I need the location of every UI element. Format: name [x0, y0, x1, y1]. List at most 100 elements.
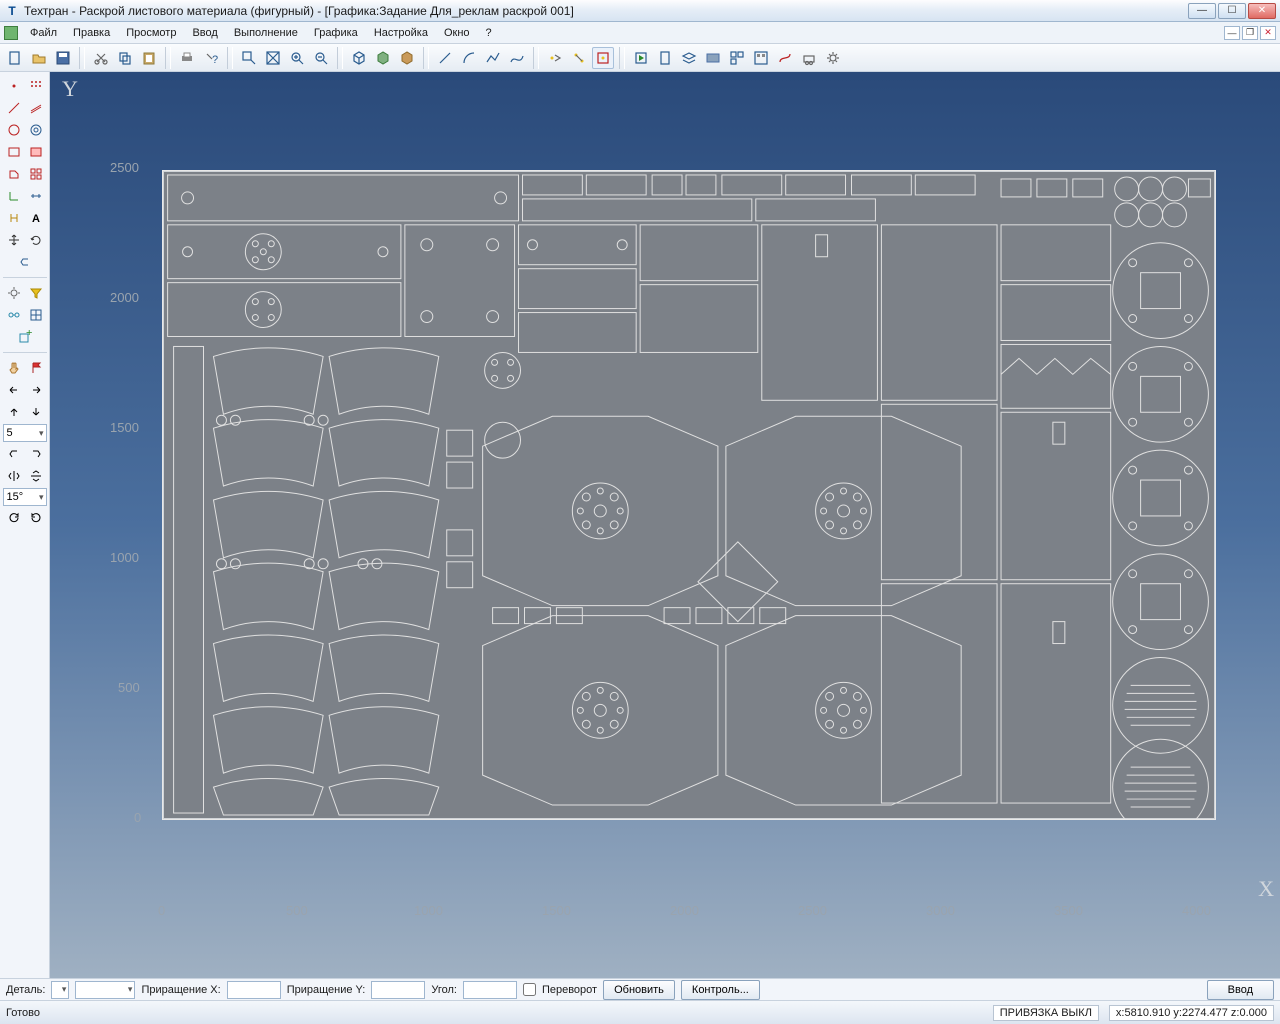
- link-tool[interactable]: [4, 305, 24, 325]
- enter-button[interactable]: Ввод: [1207, 980, 1274, 1000]
- menu-help[interactable]: ?: [478, 24, 500, 42]
- help-tool-button[interactable]: ?: [200, 47, 222, 69]
- machine-button[interactable]: [798, 47, 820, 69]
- menu-window[interactable]: Окно: [436, 24, 478, 42]
- measure-tool[interactable]: [26, 186, 46, 206]
- snap-2[interactable]: [568, 47, 590, 69]
- y-tick: 1000: [110, 550, 139, 565]
- coord-tool[interactable]: [4, 186, 24, 206]
- x-tick: 4000: [1182, 903, 1211, 918]
- dimension-tool[interactable]: [4, 208, 24, 228]
- nest-button[interactable]: [750, 47, 772, 69]
- menu-graphics[interactable]: Графика: [306, 24, 366, 42]
- app-icon: Т: [4, 3, 20, 19]
- view-iso-button[interactable]: [372, 47, 394, 69]
- close-button[interactable]: ✕: [1248, 3, 1276, 19]
- angle-input[interactable]: [463, 981, 517, 999]
- grid-tool[interactable]: [26, 76, 46, 96]
- step-combo[interactable]: 5: [3, 424, 47, 442]
- window-title: Техтран - Раскрой листового материала (ф…: [24, 4, 1188, 18]
- left-arrow[interactable]: [4, 380, 24, 400]
- spline-tool[interactable]: [506, 47, 528, 69]
- material-button[interactable]: [702, 47, 724, 69]
- point-tool[interactable]: [4, 76, 24, 96]
- down-arrow[interactable]: [26, 402, 46, 422]
- arc-tool[interactable]: [458, 47, 480, 69]
- snap-1[interactable]: [544, 47, 566, 69]
- rot-right[interactable]: [26, 444, 46, 464]
- snap-3-active[interactable]: [592, 47, 614, 69]
- open-button[interactable]: [28, 47, 50, 69]
- copy-button[interactable]: [114, 47, 136, 69]
- doc-minimize[interactable]: —: [1224, 26, 1240, 40]
- doc-button[interactable]: [654, 47, 676, 69]
- zoom-in-button[interactable]: [286, 47, 308, 69]
- hand-tool[interactable]: [4, 358, 24, 378]
- undo-tool[interactable]: [15, 252, 35, 272]
- detail-icon-combo[interactable]: [51, 981, 69, 999]
- detail-combo[interactable]: [75, 981, 135, 999]
- polyline-tool[interactable]: [482, 47, 504, 69]
- line-tool[interactable]: [434, 47, 456, 69]
- menu-file[interactable]: Файл: [22, 24, 65, 42]
- right-arrow[interactable]: [26, 380, 46, 400]
- flip-v[interactable]: [26, 466, 46, 486]
- flag-tool[interactable]: [26, 358, 46, 378]
- text-tool[interactable]: A: [26, 208, 46, 228]
- new-button[interactable]: [4, 47, 26, 69]
- add-tool[interactable]: +: [15, 327, 35, 347]
- parts-button[interactable]: [726, 47, 748, 69]
- refresh-ccw[interactable]: [4, 508, 24, 528]
- line-tool-2[interactable]: [4, 98, 24, 118]
- circle-tool[interactable]: [4, 120, 24, 140]
- path-button[interactable]: [774, 47, 796, 69]
- settings-button[interactable]: [822, 47, 844, 69]
- gear-tool[interactable]: [4, 283, 24, 303]
- save-button[interactable]: [52, 47, 74, 69]
- control-button[interactable]: Контроль...: [681, 980, 760, 1000]
- angle-label: Угол:: [431, 984, 457, 996]
- menu-exec[interactable]: Выполнение: [226, 24, 306, 42]
- refresh-cw[interactable]: [26, 508, 46, 528]
- zoom-out-button[interactable]: [310, 47, 332, 69]
- status-bar: Готово ПРИВЯЗКА ВЫКЛ x:5810.910 y:2274.4…: [0, 1000, 1280, 1024]
- status-snap[interactable]: ПРИВЯЗКА ВЫКЛ: [993, 1005, 1099, 1021]
- filter-tool[interactable]: [26, 283, 46, 303]
- rect-tool[interactable]: [4, 142, 24, 162]
- zoom-all-button[interactable]: [262, 47, 284, 69]
- move-tool[interactable]: [4, 230, 24, 250]
- contour-tool[interactable]: [4, 164, 24, 184]
- maximize-button[interactable]: ☐: [1218, 3, 1246, 19]
- rotate-tool[interactable]: [26, 230, 46, 250]
- rect-fill-tool[interactable]: [26, 142, 46, 162]
- layers-button[interactable]: [678, 47, 700, 69]
- print-button[interactable]: [176, 47, 198, 69]
- angle-combo[interactable]: 15°: [3, 488, 47, 506]
- menu-view[interactable]: Просмотр: [118, 24, 184, 42]
- menu-edit[interactable]: Правка: [65, 24, 118, 42]
- dx-input[interactable]: [227, 981, 281, 999]
- minimize-button[interactable]: —: [1188, 3, 1216, 19]
- cut-button[interactable]: [90, 47, 112, 69]
- target-tool[interactable]: [26, 120, 46, 140]
- x-tick: 2000: [670, 903, 699, 918]
- menu-input[interactable]: Ввод: [184, 24, 225, 42]
- flip-checkbox[interactable]: [523, 983, 536, 996]
- view-3d-button[interactable]: [348, 47, 370, 69]
- rot-left[interactable]: [4, 444, 24, 464]
- array-tool[interactable]: [26, 164, 46, 184]
- flip-h[interactable]: [4, 466, 24, 486]
- run-button[interactable]: [630, 47, 652, 69]
- zoom-window-button[interactable]: [238, 47, 260, 69]
- graphics-canvas[interactable]: Y X 2500 2000 1500 1000 500 0 0 500 1000…: [50, 72, 1280, 978]
- menu-settings[interactable]: Настройка: [366, 24, 436, 42]
- parallel-tool[interactable]: [26, 98, 46, 118]
- update-button[interactable]: Обновить: [603, 980, 675, 1000]
- view-shade-button[interactable]: [396, 47, 418, 69]
- doc-restore[interactable]: ❐: [1242, 26, 1258, 40]
- table-tool[interactable]: [26, 305, 46, 325]
- paste-button[interactable]: [138, 47, 160, 69]
- up-arrow[interactable]: [4, 402, 24, 422]
- doc-close[interactable]: ✕: [1260, 26, 1276, 40]
- dy-input[interactable]: [371, 981, 425, 999]
